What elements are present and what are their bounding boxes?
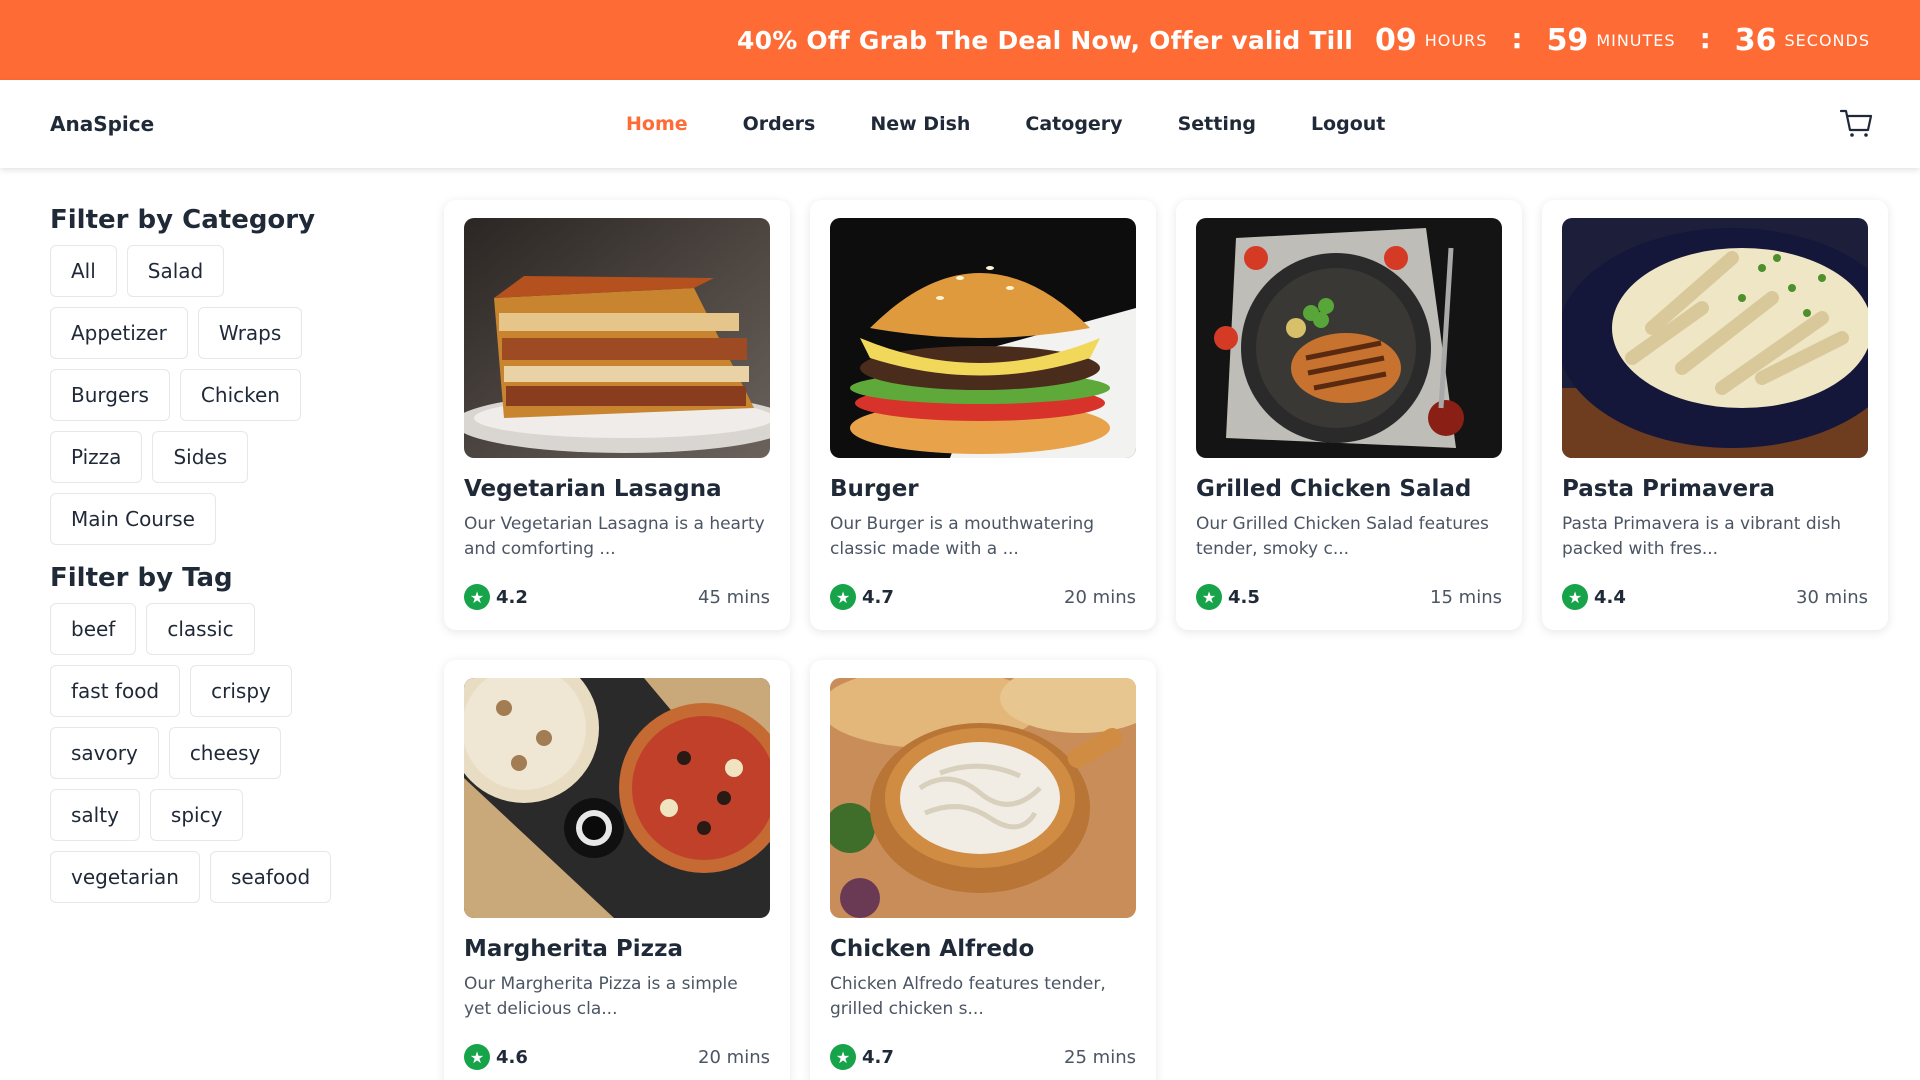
dish-description: Chicken Alfredo features tender, grilled…	[830, 974, 1106, 1019]
countdown-seconds-label: SECONDS	[1784, 30, 1870, 50]
tag-chips: beef classic fast food crispy savory che…	[50, 603, 350, 913]
dish-name: Margherita Pizza	[464, 936, 683, 962]
nav-logout[interactable]: Logout	[1311, 113, 1385, 135]
dish-name: Pasta Primavera	[1562, 476, 1775, 502]
nav-setting[interactable]: Setting	[1178, 113, 1256, 135]
dish-image	[1562, 218, 1868, 458]
navbar: AnaSpice Home Orders New Dish Catogery S…	[0, 80, 1920, 168]
dish-description: Our Grilled Chicken Salad features tende…	[1196, 514, 1489, 559]
category-chip-appetizer[interactable]: Appetizer	[50, 307, 188, 359]
category-chip-salad[interactable]: Salad	[126, 245, 225, 297]
tag-chip-crispy[interactable]: crispy	[190, 665, 292, 717]
dish-card[interactable]: Pasta Primavera Pasta Primavera is a vib…	[1542, 200, 1888, 630]
dish-name: Vegetarian Lasagna	[464, 476, 722, 502]
star-icon: ★	[1196, 584, 1222, 610]
tag-chip-cheesy[interactable]: cheesy	[168, 727, 282, 779]
countdown-separator: :	[1511, 21, 1523, 55]
dish-card[interactable]: Vegetarian Lasagna Our Vegetarian Lasagn…	[444, 200, 790, 630]
dish-image	[830, 218, 1136, 458]
dish-time: 25 mins	[1064, 1046, 1136, 1068]
category-chips: All Salad Appetizer Wraps Burgers Chicke…	[50, 245, 350, 555]
dish-card[interactable]: Burger Our Burger is a mouthwatering cla…	[810, 200, 1156, 630]
dish-time: 30 mins	[1796, 586, 1868, 608]
category-chip-wraps[interactable]: Wraps	[197, 307, 303, 359]
dish-card[interactable]: Margherita Pizza Our Margherita Pizza is…	[444, 660, 790, 1080]
dish-card[interactable]: Grilled Chicken Salad Our Grilled Chicke…	[1176, 200, 1522, 630]
dish-time: 45 mins	[698, 586, 770, 608]
countdown-hours: 09	[1375, 22, 1417, 58]
star-icon: ★	[830, 584, 856, 610]
dish-time: 20 mins	[1064, 586, 1136, 608]
category-chip-main-course[interactable]: Main Course	[50, 493, 216, 545]
category-chip-all[interactable]: All	[50, 245, 117, 297]
tag-chip-salty[interactable]: salty	[50, 789, 140, 841]
nav-home[interactable]: Home	[626, 113, 688, 135]
dish-time: 15 mins	[1430, 586, 1502, 608]
tag-chip-beef[interactable]: beef	[50, 603, 137, 655]
nav-category[interactable]: Catogery	[1025, 113, 1122, 135]
dish-rating: 4.6	[496, 1046, 528, 1068]
nav-orders[interactable]: Orders	[743, 113, 816, 135]
star-icon: ★	[1562, 584, 1588, 610]
category-chip-chicken[interactable]: Chicken	[179, 369, 301, 421]
tag-chip-classic[interactable]: classic	[146, 603, 255, 655]
category-chip-sides[interactable]: Sides	[152, 431, 249, 483]
nav-new-dish[interactable]: New Dish	[870, 113, 970, 135]
promo-text: 40% Off Grab The Deal Now, Offer valid T…	[737, 25, 1353, 55]
nav-links: Home Orders New Dish Catogery Setting Lo…	[626, 113, 1440, 135]
dish-rating: 4.4	[1594, 586, 1626, 608]
dish-image	[1196, 218, 1502, 458]
star-icon: ★	[464, 1044, 490, 1070]
tag-chip-vegetarian[interactable]: vegetarian	[50, 851, 200, 903]
dish-name: Chicken Alfredo	[830, 936, 1035, 962]
countdown-separator: :	[1699, 21, 1711, 55]
brand-logo[interactable]: AnaSpice	[50, 112, 154, 136]
dish-time: 20 mins	[698, 1046, 770, 1068]
promo-banner: 40% Off Grab The Deal Now, Offer valid T…	[0, 0, 1920, 80]
filter-tag-title: Filter by Tag	[50, 563, 233, 593]
star-icon: ★	[464, 584, 490, 610]
dish-description: Our Burger is a mouthwatering classic ma…	[830, 514, 1095, 559]
countdown-minutes-label: MINUTES	[1596, 30, 1676, 50]
category-chip-pizza[interactable]: Pizza	[50, 431, 143, 483]
dish-image	[830, 678, 1136, 918]
tag-chip-seafood[interactable]: seafood	[209, 851, 332, 903]
category-chip-burgers[interactable]: Burgers	[50, 369, 170, 421]
countdown-seconds: 36	[1734, 22, 1777, 58]
dish-description: Our Margherita Pizza is a simple yet del…	[464, 974, 738, 1019]
dish-card[interactable]: Chicken Alfredo Chicken Alfredo features…	[810, 660, 1156, 1080]
dish-rating: 4.2	[496, 586, 528, 608]
dish-image	[464, 678, 770, 918]
dish-image	[464, 218, 770, 458]
dish-description: Our Vegetarian Lasagna is a hearty and c…	[464, 514, 765, 559]
dish-rating: 4.7	[862, 1046, 894, 1068]
dish-description: Pasta Primavera is a vibrant dish packed…	[1562, 514, 1841, 559]
tag-chip-fast-food[interactable]: fast food	[50, 665, 181, 717]
dish-rating: 4.7	[862, 586, 894, 608]
dish-name: Burger	[830, 476, 919, 502]
filter-category-title: Filter by Category	[50, 205, 316, 235]
tag-chip-spicy[interactable]: spicy	[149, 789, 244, 841]
tag-chip-savory[interactable]: savory	[50, 727, 159, 779]
cart-icon[interactable]	[1838, 106, 1874, 140]
filter-sidebar: Filter by Category All Salad Appetizer W…	[50, 205, 370, 921]
dish-rating: 4.5	[1228, 586, 1260, 608]
countdown-minutes: 59	[1546, 22, 1589, 58]
star-icon: ★	[830, 1044, 856, 1070]
countdown-hours-label: HOURS	[1424, 30, 1488, 50]
dish-grid: Vegetarian Lasagna Our Vegetarian Lasagn…	[444, 200, 1888, 1080]
dish-name: Grilled Chicken Salad	[1196, 476, 1472, 502]
